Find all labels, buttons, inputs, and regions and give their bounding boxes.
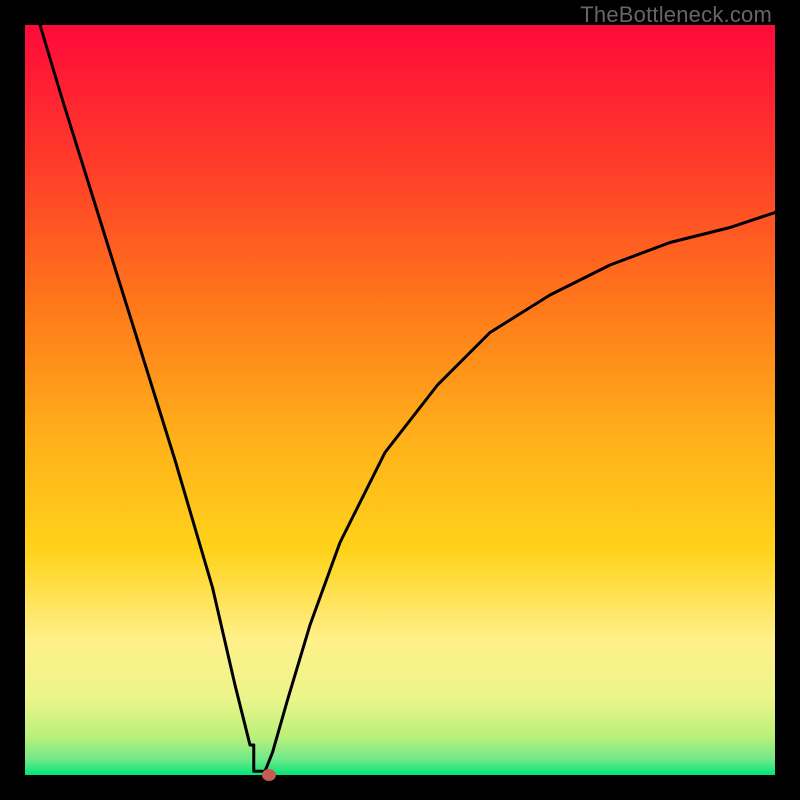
- bottleneck-curve: [25, 25, 775, 775]
- optimum-marker-dot: [262, 769, 276, 781]
- chart-frame: [25, 25, 775, 775]
